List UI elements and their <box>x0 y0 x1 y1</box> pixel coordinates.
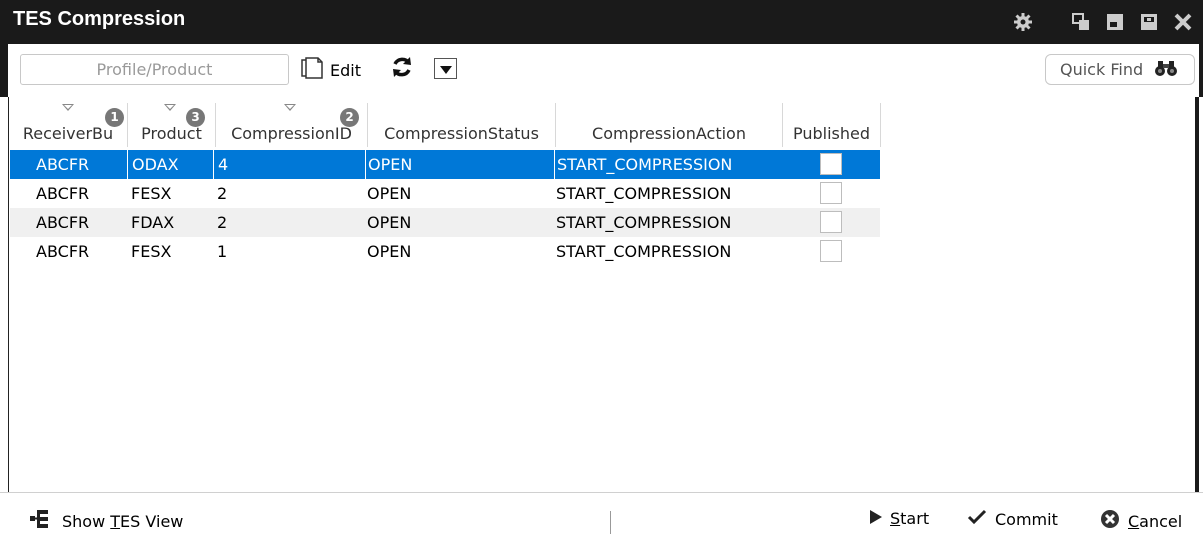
play-icon <box>870 509 882 528</box>
table-row[interactable]: ABCFR FESX 2 OPEN START_COMPRESSION <box>10 179 880 208</box>
cell-compressionid: 4 <box>213 150 228 179</box>
edit-icon <box>300 56 326 84</box>
title-bar: TES Compression <box>0 0 1203 44</box>
refresh-icon <box>390 55 414 83</box>
commit-label: Commit <box>995 509 1058 529</box>
checkmark-icon <box>967 509 987 529</box>
cancel-label: Cancel <box>1128 512 1182 531</box>
column-header-compressionaction[interactable]: CompressionAction <box>556 103 783 147</box>
close-icon[interactable] <box>1171 10 1195 34</box>
cell-compressionaction: START_COMPRESSION <box>556 213 732 232</box>
label-mnemonic: S <box>890 509 901 528</box>
published-checkbox[interactable] <box>820 153 842 175</box>
toolbar: Profile/Product Edit Quick Find <box>0 44 1203 97</box>
cell-receiverbu: ABCFR <box>36 155 90 174</box>
minimize-icon[interactable] <box>1103 10 1127 34</box>
sort-indicator-icon <box>62 104 74 111</box>
cell-compressionaction: START_COMPRESSION <box>556 184 732 203</box>
cancel-icon <box>1100 509 1120 533</box>
table-row[interactable]: ABCFR ODAX 4 OPEN START_COMPRESSION <box>10 150 880 179</box>
column-header-label: ReceiverBu <box>22 124 114 143</box>
gear-icon[interactable] <box>1011 10 1035 34</box>
cell-compressionstatus: OPEN <box>365 150 412 179</box>
tree-view-icon <box>30 509 52 533</box>
column-header-label: Product <box>141 124 202 143</box>
cell-receiverbu: ABCFR <box>36 184 90 203</box>
start-label: Start <box>890 509 929 528</box>
profile-product-input[interactable]: Profile/Product <box>20 54 289 85</box>
cell-compressionaction: START_COMPRESSION <box>554 150 732 179</box>
column-header-compressionid[interactable]: 2 CompressionID <box>216 103 368 147</box>
restore-icon[interactable] <box>1069 10 1093 34</box>
options-dropdown-button[interactable] <box>434 58 457 79</box>
footer-bar: Show TES View Start Commit Cancel <box>0 492 1203 534</box>
edit-button[interactable]: Edit <box>300 56 361 84</box>
label-mnemonic: C <box>1128 511 1140 531</box>
quick-find-placeholder: Quick Find <box>1060 60 1144 79</box>
published-checkbox[interactable] <box>820 240 842 262</box>
cell-receiverbu: ABCFR <box>36 213 90 232</box>
start-button[interactable]: Start <box>870 509 929 528</box>
label-mnemonic: T <box>110 511 121 531</box>
cell-compressionaction: START_COMPRESSION <box>556 242 732 261</box>
triangle-down-icon <box>439 60 452 78</box>
edit-label: Edit <box>330 60 361 80</box>
footer-divider <box>610 511 611 534</box>
cell-product: FESX <box>131 184 172 203</box>
label-part: tart <box>900 509 930 528</box>
cell-receiverbu: ABCFR <box>36 242 90 261</box>
label-part: ancel <box>1139 511 1183 531</box>
published-checkbox[interactable] <box>820 182 842 204</box>
sort-indicator-icon <box>284 104 296 111</box>
column-header-label: Published <box>792 124 871 143</box>
cell-compressionstatus: OPEN <box>367 213 412 232</box>
column-header-receiverbu[interactable]: 1 ReceiverBu <box>9 103 128 147</box>
refresh-button[interactable] <box>389 56 415 82</box>
table-row[interactable]: ABCFR FESX 1 OPEN START_COMPRESSION <box>10 237 880 266</box>
cell-compressionstatus: OPEN <box>367 242 412 261</box>
show-tes-view-button[interactable]: Show TES View <box>30 509 183 533</box>
cancel-button[interactable]: Cancel <box>1100 509 1182 533</box>
window-controls <box>1011 10 1195 34</box>
column-header-label: CompressionID <box>231 124 352 143</box>
maximize-icon[interactable] <box>1137 10 1161 34</box>
column-header-product[interactable]: 3 Product <box>128 103 216 147</box>
column-header-published[interactable]: Published <box>783 103 881 147</box>
column-header-label: CompressionStatus <box>384 124 539 143</box>
cell-product: FDAX <box>131 213 175 232</box>
cell-compressionid: 2 <box>217 184 228 203</box>
commit-button[interactable]: Commit <box>967 509 1058 529</box>
sort-indicator-icon <box>164 104 176 111</box>
published-checkbox[interactable] <box>820 211 842 233</box>
column-header-label: CompressionAction <box>592 124 746 143</box>
cell-product: ODAX <box>127 150 179 179</box>
label-part: ES View <box>120 511 184 531</box>
cell-compressionid: 1 <box>217 242 228 261</box>
cell-compressionid: 2 <box>217 213 228 232</box>
compression-table: 1 ReceiverBu 3 Product 2 CompressionID C… <box>8 97 1199 492</box>
column-header-compressionstatus[interactable]: CompressionStatus <box>368 103 556 147</box>
cell-product: FESX <box>131 242 172 261</box>
show-tes-view-label: Show TES View <box>62 512 183 531</box>
cell-compressionstatus: OPEN <box>367 184 412 203</box>
table-row[interactable]: ABCFR FDAX 2 OPEN START_COMPRESSION <box>10 208 880 237</box>
binoculars-icon <box>1155 59 1178 81</box>
window-title: TES Compression <box>13 8 186 30</box>
label-part: Show <box>62 511 111 531</box>
quick-find-input[interactable]: Quick Find <box>1045 54 1195 85</box>
